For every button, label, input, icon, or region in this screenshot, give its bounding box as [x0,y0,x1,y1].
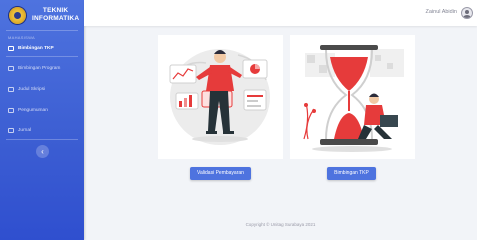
card-bimbingan-tkp [290,35,415,159]
sidebar-item-label: Jurnal [18,127,32,133]
brand[interactable]: TEKNIK INFORMATIKA [0,0,84,30]
journal-icon [8,127,14,133]
brand-title: TEKNIK INFORMATIKA [32,7,79,23]
announcement-icon [8,107,14,113]
sidebar-item-bimbingan-tkp[interactable]: Bimbingan TKP [0,42,84,54]
sidebar-item-bimbingan-program[interactable]: Bimbingan Program [0,62,84,74]
sidebar-item-judul-skripsi[interactable]: Judul Skripsi [0,83,84,95]
sidebar-item-label: Bimbingan Program [18,65,61,71]
dashboard-icon [8,45,14,51]
document-icon [8,86,14,92]
sidebar-section-label: MAHASISWA [8,35,35,40]
user-name[interactable]: Zainul Abidin [426,9,458,15]
bimbingan-tkp-button[interactable]: Bimbingan TKP [327,167,376,180]
folder-icon [8,65,14,71]
sidebar-toggle-button[interactable]: ‹ [36,145,49,158]
brand-line-2: INFORMATIKA [32,15,80,22]
sidebar-item-jurnal[interactable]: Jurnal [0,124,84,136]
sidebar-item-pengumuman[interactable]: Pengumuman [0,104,84,116]
sidebar: TEKNIK INFORMATIKA MAHASISWA Bimbingan T… [0,0,84,240]
footer-copyright: Copyright © Unitag Surabaya 2021 [245,222,316,227]
sidebar-item-label: Bimbingan TKP [18,45,54,51]
user-avatar-icon[interactable] [461,7,473,19]
topbar: Zainul Abidin [84,0,477,26]
brand-line-1: TEKNIK [42,7,69,14]
hourglass-illustration [303,45,404,152]
sidebar-divider [6,30,78,31]
university-logo [9,7,26,24]
analytics-illustration [169,49,270,145]
sidebar-divider [6,56,78,57]
validasi-pembayaran-button[interactable]: Validasi Pembayaran [190,167,251,180]
card-validasi-pembayaran [158,35,283,159]
sidebar-item-label: Judul Skripsi [18,86,46,92]
sidebar-divider [6,139,78,140]
sidebar-item-label: Pengumuman [18,107,48,113]
